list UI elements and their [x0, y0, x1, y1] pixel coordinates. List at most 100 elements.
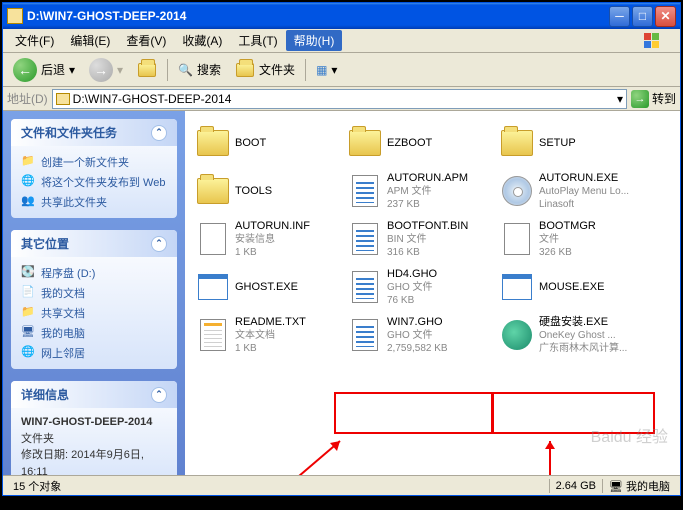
file-name: 硬盘安装.EXE	[539, 315, 647, 329]
file-item[interactable]: SETUP	[497, 119, 649, 167]
places-panel-title: 其它位置	[21, 235, 69, 252]
file-item[interactable]: HD4.GHOGHO 文件76 KB	[345, 263, 497, 311]
file-meta: 安装信息	[235, 233, 343, 246]
file-meta: AutoPlay Menu Lo...	[539, 185, 647, 198]
file-meta: 文件	[539, 233, 647, 246]
file-meta: 316 KB	[387, 246, 495, 259]
file-item[interactable]: EZBOOT	[345, 119, 497, 167]
views-button[interactable]: ▦ ▾	[310, 56, 343, 84]
details-panel-title: 详细信息	[21, 386, 69, 403]
titlebar[interactable]: D:\WIN7-GHOST-DEEP-2014 ─ □ ✕	[3, 3, 680, 29]
file-view[interactable]: BOOTEZBOOT SETUP TOOLSAUTORUN.APMAPM 文件237…	[185, 111, 680, 475]
task-item[interactable]: 👥共享此文件夹	[21, 192, 167, 212]
places-panel: 其它位置 ⌃ 💽 程序盘 (D:) 📄我的文档📁共享文档🖥我的电脑🌐网上邻居	[11, 230, 177, 369]
go-button[interactable]: → 转到	[631, 90, 676, 108]
file-meta: GHO 文件	[387, 329, 495, 342]
place-icon: 🖥	[21, 325, 35, 339]
file-meta: BIN 文件	[387, 233, 495, 246]
file-item[interactable]: BOOTFONT.BINBIN 文件316 KB	[345, 215, 497, 263]
details-modified-label: 修改日期:	[21, 449, 68, 461]
chevron-down-icon: ▾	[69, 63, 75, 77]
menu-tools[interactable]: 工具(T)	[230, 30, 285, 51]
folder-icon	[197, 178, 229, 204]
search-button[interactable]: 🔍 搜索	[172, 56, 227, 84]
file-item[interactable]: GHOST.EXE	[193, 263, 345, 311]
tasks-panel: 文件和文件夹任务 ⌃ 📁创建一个新文件夹🌐将这个文件夹发布到 Web👥共享此文件…	[11, 119, 177, 218]
file-name: HD4.GHO	[387, 267, 495, 281]
exe-icon	[502, 274, 532, 300]
exe-icon	[198, 274, 228, 300]
file-item[interactable]: WIN7.GHOGHO 文件2,759,582 KB	[345, 311, 497, 359]
swirl-icon	[502, 320, 532, 350]
file-item[interactable]: MOUSE.EXE	[497, 263, 649, 311]
file-item[interactable]: BOOTMGR文件326 KB	[497, 215, 649, 263]
address-input[interactable]: D:\WIN7-GHOST-DEEP-2014 ▾	[52, 89, 627, 109]
highlight-installer	[491, 392, 655, 434]
file-item[interactable]: BOOT	[193, 119, 345, 167]
file-name: AUTORUN.INF	[235, 219, 343, 233]
file-item[interactable]: TOOLS	[193, 167, 345, 215]
file-meta: GHO 文件	[387, 281, 495, 294]
highlight-win7gho	[334, 392, 494, 434]
menu-favorites[interactable]: 收藏(A)	[174, 30, 230, 51]
place-item[interactable]: 📁共享文档	[21, 303, 167, 323]
forward-button[interactable]: → ▾	[83, 56, 129, 84]
up-button[interactable]	[131, 56, 163, 84]
file-meta: 1 KB	[235, 342, 343, 355]
file-item[interactable]: AUTORUN.EXEAutoPlay Menu Lo...Linasoft	[497, 167, 649, 215]
task-item[interactable]: 🌐将这个文件夹发布到 Web	[21, 172, 167, 192]
place-item[interactable]: 📄我的文档	[21, 283, 167, 303]
menubar: 文件(F) 编辑(E) 查看(V) 收藏(A) 工具(T) 帮助(H)	[3, 29, 680, 53]
details-type: 文件夹	[21, 433, 54, 445]
place-item[interactable]: 🌐网上邻居	[21, 343, 167, 363]
place-label: 程序盘 (D:)	[41, 265, 95, 281]
file-meta: 76 KB	[387, 294, 495, 307]
chevron-up-icon: ⌃	[151, 387, 167, 403]
task-item[interactable]: 📁创建一个新文件夹	[21, 152, 167, 172]
file-meta: 1 KB	[235, 246, 343, 259]
file-item[interactable]: README.TXT文本文档1 KB	[193, 311, 345, 359]
back-button[interactable]: ← 后退 ▾	[7, 56, 81, 84]
minimize-button[interactable]: ─	[609, 6, 630, 27]
cd-icon	[502, 176, 532, 206]
place-icon: 💽	[21, 265, 35, 279]
file-meta: 广东雨林木风计算...	[539, 342, 647, 355]
place-item[interactable]: 💽 程序盘 (D:)	[21, 263, 167, 283]
place-item[interactable]: 🖥我的电脑	[21, 323, 167, 343]
statusbar: 15 个对象 2.64 GB 🖥 我的电脑	[3, 475, 680, 495]
tasks-panel-header[interactable]: 文件和文件夹任务 ⌃	[11, 119, 177, 146]
views-icon: ▦	[316, 63, 327, 77]
sidebar: 文件和文件夹任务 ⌃ 📁创建一个新文件夹🌐将这个文件夹发布到 Web👥共享此文件…	[3, 111, 185, 475]
chevron-down-icon[interactable]: ▾	[617, 92, 623, 106]
status-count: 15 个对象	[7, 478, 67, 494]
file-meta: 237 KB	[387, 198, 495, 211]
go-icon: →	[631, 90, 649, 108]
file-item[interactable]: 硬盘安装.EXEOneKey Ghost ...广东雨林木风计算...	[497, 311, 649, 359]
file-item[interactable]: AUTORUN.APMAPM 文件237 KB	[345, 167, 497, 215]
file-meta: 326 KB	[539, 246, 647, 259]
close-button[interactable]: ✕	[655, 6, 676, 27]
task-label: 将这个文件夹发布到 Web	[41, 174, 165, 190]
status-location: 🖥 我的电脑	[603, 478, 676, 494]
toolbar: ← 后退 ▾ → ▾ 🔍 搜索 文件夹 ▦ ▾	[3, 53, 680, 87]
file-item[interactable]: AUTORUN.INF安装信息1 KB	[193, 215, 345, 263]
file-meta: APM 文件	[387, 185, 495, 198]
menu-help[interactable]: 帮助(H)	[286, 30, 343, 51]
place-label: 共享文档	[41, 305, 85, 321]
menu-view[interactable]: 查看(V)	[118, 30, 174, 51]
file-name: TOOLS	[235, 184, 343, 198]
folder-icon	[349, 130, 381, 156]
menu-file[interactable]: 文件(F)	[7, 30, 62, 51]
file-name: SETUP	[539, 136, 647, 150]
maximize-button[interactable]: □	[632, 6, 653, 27]
file-name: BOOT	[235, 136, 343, 150]
menu-edit[interactable]: 编辑(E)	[62, 30, 118, 51]
details-panel-header[interactable]: 详细信息 ⌃	[11, 381, 177, 408]
task-icon: 👥	[21, 194, 35, 208]
folders-button[interactable]: 文件夹	[229, 56, 301, 84]
file-meta: 文本文档	[235, 329, 343, 342]
folders-icon	[235, 60, 255, 80]
place-icon: 🌐	[21, 345, 35, 359]
places-panel-header[interactable]: 其它位置 ⌃	[11, 230, 177, 257]
file-icon	[352, 319, 378, 351]
